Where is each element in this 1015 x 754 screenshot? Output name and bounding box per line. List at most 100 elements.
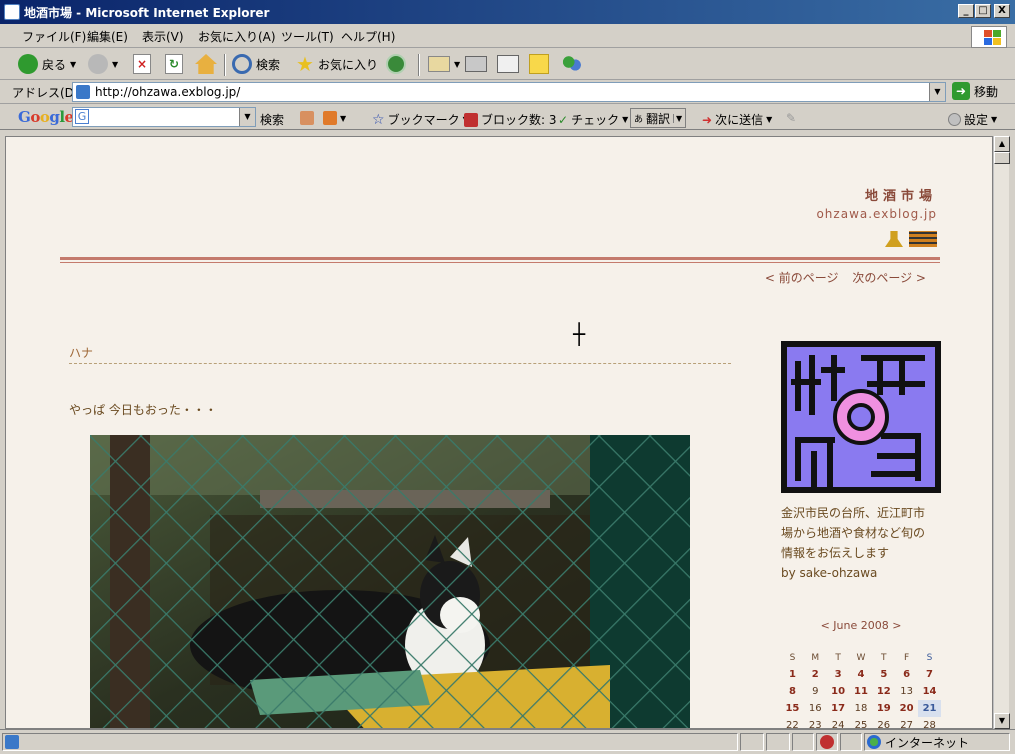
zone-label: インターネット bbox=[885, 735, 970, 750]
write-icon[interactable] bbox=[885, 231, 903, 247]
settings-button[interactable]: 設定 ▼ bbox=[948, 111, 997, 128]
calendar-day[interactable]: 10 bbox=[827, 683, 850, 700]
scroll-up-button[interactable]: ▲ bbox=[994, 136, 1010, 152]
popup-blocked-icon[interactable] bbox=[816, 733, 838, 751]
calendar-today[interactable]: 21 bbox=[918, 700, 941, 717]
calendar-day: 26 bbox=[877, 720, 891, 729]
menu-tools[interactable]: ツール(T) bbox=[281, 28, 334, 45]
toolbar-separator bbox=[224, 54, 226, 76]
calendar-day[interactable]: 17 bbox=[827, 700, 850, 717]
cat-photo[interactable] bbox=[90, 435, 690, 728]
calendar-day[interactable]: 2 bbox=[804, 666, 827, 683]
profile-line: 情報をお伝えします bbox=[781, 546, 890, 560]
menu-favorites[interactable]: お気に入り(A) bbox=[198, 28, 276, 45]
menu-help[interactable]: ヘルプ(H) bbox=[341, 28, 395, 45]
spellcheck-button[interactable]: ✓ チェック ▼ bbox=[558, 111, 628, 128]
home-button[interactable] bbox=[195, 52, 217, 76]
bookmarks-button[interactable]: ☆ ブックマーク ▼ bbox=[372, 111, 469, 128]
window-title: 地酒市場 - Microsoft Internet Explorer bbox=[24, 6, 270, 20]
menu-edit[interactable]: 編集(E) bbox=[87, 28, 128, 45]
scroll-down-button[interactable]: ▼ bbox=[994, 713, 1010, 729]
favorites-button[interactable]: ★ お気に入り bbox=[296, 52, 378, 76]
calendar-day[interactable]: 1 bbox=[781, 666, 804, 683]
address-input[interactable]: http://ohzawa.exblog.jp/ ▼ bbox=[72, 82, 946, 102]
standard-toolbar: 戻る ▼ ▼ × ↻ 検索 ★ お気に入り ▼ bbox=[0, 48, 1015, 80]
profile-author: by sake-ohzawa bbox=[781, 566, 878, 580]
calendar: S M T W T F S 1 2 3 4 5 6 7 8 9 10 11 12… bbox=[781, 649, 941, 729]
profile-description: 金沢市民の台所、近江町市 場から地酒や食材など旬の 情報をお伝えします by s… bbox=[781, 503, 951, 583]
calendar-day[interactable]: 6 bbox=[895, 666, 918, 683]
menu-file[interactable]: ファイル(F) bbox=[22, 28, 86, 45]
google-toolbar: Google G ▼ 検索 ▼ ☆ ブックマーク ▼ ブロック数: 3 ✓ チェ… bbox=[0, 104, 1015, 130]
google-search-dropdown-icon[interactable]: ▼ bbox=[239, 108, 255, 126]
menu-bar: ファイル(F) 編集(E) 表示(V) お気に入り(A) ツール(T) ヘルプ(… bbox=[0, 24, 1015, 48]
calendar-day: 23 bbox=[808, 720, 822, 729]
translate-button[interactable]: あ 翻訳 ▼ bbox=[630, 108, 687, 128]
messenger-icon bbox=[561, 54, 583, 74]
calendar-title[interactable]: < June 2008 > bbox=[781, 619, 941, 632]
vertical-scrollbar[interactable]: ▲ ▼ bbox=[993, 136, 1010, 729]
site-title[interactable]: 地酒市場 bbox=[865, 185, 937, 204]
security-zone: インターネット bbox=[864, 733, 1010, 751]
rss-icon[interactable] bbox=[909, 231, 937, 247]
go-button[interactable]: ➜ 移動 bbox=[952, 82, 998, 100]
back-button[interactable]: 戻る ▼ bbox=[18, 52, 76, 76]
google-search-input[interactable]: G ▼ bbox=[72, 107, 256, 127]
calendar-day[interactable]: 5 bbox=[872, 666, 895, 683]
messenger-button[interactable] bbox=[561, 52, 583, 76]
note-icon bbox=[529, 54, 549, 74]
calendar-week-row: 1 2 3 4 5 6 7 bbox=[781, 666, 941, 683]
site-url: ohzawa.exblog.jp bbox=[816, 207, 937, 221]
page-icon bbox=[76, 85, 90, 99]
prev-page-link[interactable]: < 前のページ bbox=[765, 271, 839, 285]
google-g-icon: G bbox=[75, 109, 89, 124]
highlighter-icon[interactable]: ✎ bbox=[786, 111, 796, 125]
calendar-day[interactable]: 4 bbox=[850, 666, 873, 683]
history-icon bbox=[386, 54, 406, 74]
scroll-thumb[interactable] bbox=[994, 152, 1010, 164]
calendar-day[interactable]: 15 bbox=[781, 700, 804, 717]
calendar-day[interactable]: 19 bbox=[872, 700, 895, 717]
close-button[interactable]: X bbox=[994, 4, 1010, 18]
menu-view[interactable]: 表示(V) bbox=[142, 28, 184, 45]
post-text: やっぱ 今日もおった・・・ bbox=[69, 403, 217, 417]
minimize-button[interactable]: _ bbox=[958, 4, 974, 18]
post-title[interactable]: ハナ bbox=[69, 344, 93, 361]
pagerank-button[interactable]: ▼ bbox=[323, 111, 346, 125]
status-cell bbox=[766, 733, 790, 751]
calendar-day[interactable]: 7 bbox=[918, 666, 941, 683]
google-search-button[interactable]: 検索 bbox=[260, 111, 284, 128]
calendar-day[interactable]: 3 bbox=[827, 666, 850, 683]
calendar-day[interactable]: 12 bbox=[872, 683, 895, 700]
calendar-day[interactable]: 8 bbox=[781, 683, 804, 700]
address-dropdown-icon[interactable]: ▼ bbox=[929, 83, 945, 101]
bookmarks-label: ブックマーク bbox=[387, 113, 460, 127]
next-page-link[interactable]: 次のページ > bbox=[852, 271, 926, 285]
refresh-button[interactable]: ↻ bbox=[165, 52, 183, 76]
search-button[interactable]: 検索 bbox=[232, 52, 280, 76]
post-divider bbox=[69, 363, 731, 364]
history-button[interactable] bbox=[386, 52, 406, 76]
star-icon: ★ bbox=[296, 52, 314, 76]
discuss-button[interactable] bbox=[529, 52, 549, 76]
forward-button[interactable]: ▼ bbox=[88, 52, 118, 76]
calendar-day: 27 bbox=[900, 720, 913, 729]
calendar-day[interactable]: 11 bbox=[850, 683, 873, 700]
stop-button[interactable]: × bbox=[133, 52, 151, 76]
calendar-day-header: F bbox=[904, 652, 910, 663]
calendar-day: 9 bbox=[812, 686, 819, 697]
back-dropdown-icon: ▼ bbox=[70, 59, 77, 69]
send-to-button[interactable]: ➜ 次に送信 ▼ bbox=[702, 111, 772, 128]
calendar-day: 24 bbox=[831, 720, 845, 729]
calendar-day[interactable]: 20 bbox=[895, 700, 918, 717]
maximize-button[interactable]: □ bbox=[975, 4, 991, 18]
popup-blocker-button[interactable]: ブロック数: 3 bbox=[464, 111, 557, 128]
mail-button[interactable]: ▼ bbox=[428, 52, 460, 76]
page-viewport: 地酒市場 ohzawa.exblog.jp < 前のページ 次のページ > ┼ … bbox=[5, 136, 993, 729]
calendar-day[interactable]: 14 bbox=[918, 683, 941, 700]
check-label: チェック bbox=[571, 113, 620, 127]
news-icon[interactable] bbox=[300, 111, 314, 125]
calendar-day-header: W bbox=[856, 652, 866, 663]
edit-button[interactable] bbox=[497, 52, 519, 76]
print-button[interactable] bbox=[465, 52, 487, 76]
